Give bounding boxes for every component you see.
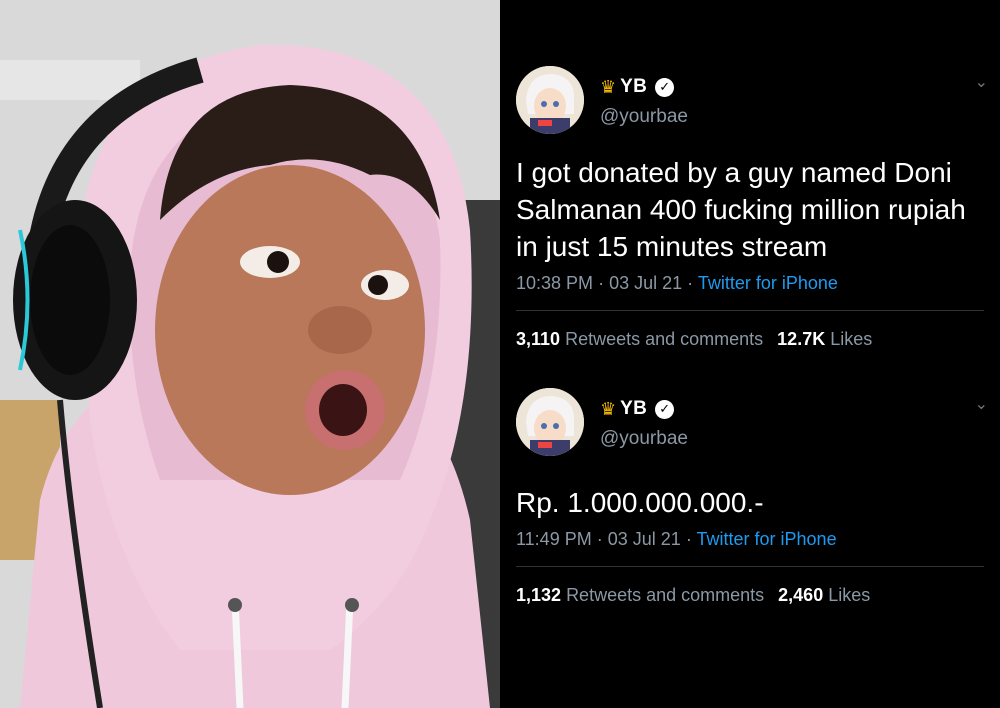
retweets-stat[interactable]: 1,132 Retweets and comments: [516, 585, 764, 606]
avatar-illustration: [516, 388, 584, 456]
retweets-label: Retweets and comments: [566, 585, 765, 605]
meta-separator: ·: [685, 529, 692, 549]
display-name[interactable]: YB: [620, 398, 647, 420]
likes-stat[interactable]: 12.7K Likes: [777, 329, 872, 350]
chevron-down-icon[interactable]: ⌄: [975, 394, 988, 414]
retweets-label: Retweets and comments: [565, 329, 764, 349]
tweet: ♛ YB ✓ @yourbae ⌄ I got donated by a guy…: [516, 66, 988, 350]
likes-label: Likes: [830, 329, 873, 349]
tweet-stats: 3,110 Retweets and comments 12.7K Likes: [516, 329, 986, 350]
tweet-text: Rp. 1.000.000.000.-: [516, 487, 764, 518]
crown-icon: ♛: [600, 399, 617, 419]
tweet-meta: 11:49 PM · 03 Jul 21 · Twitter for iPhon…: [516, 529, 986, 550]
divider: [516, 566, 984, 567]
likes-stat[interactable]: 2,460 Likes: [778, 585, 870, 606]
tweet-source-link[interactable]: Twitter for iPhone: [697, 529, 837, 549]
meta-separator: ·: [596, 529, 603, 549]
name-row: ♛ YB ✓: [600, 398, 675, 420]
streamer-illustration: [0, 0, 500, 708]
name-row: ♛ YB ✓: [600, 76, 675, 98]
likes-label: Likes: [828, 585, 871, 605]
avatar[interactable]: [516, 66, 584, 134]
tweet-header: ♛ YB ✓ @yourbae ⌄: [516, 66, 988, 136]
tweet-header: ♛ YB ✓ @yourbae ⌄: [516, 388, 988, 458]
tweet-source-link[interactable]: Twitter for iPhone: [698, 273, 838, 293]
tweet: ♛ YB ✓ @yourbae ⌄ Rp. 1.000.000.000.- 11…: [516, 388, 988, 606]
meta-separator: ·: [687, 273, 694, 293]
tweet-meta: 10:38 PM · 03 Jul 21 · Twitter for iPhon…: [516, 273, 986, 294]
tweet-text: I got donated by a guy named Doni Salman…: [516, 157, 966, 262]
verified-badge-icon: ✓: [655, 399, 675, 419]
tweet-date: 03 Jul 21: [607, 529, 681, 549]
retweets-count: 3,110: [516, 329, 561, 349]
tweet-panel: ♛ YB ✓ @yourbae ⌄ I got donated by a guy…: [500, 0, 1000, 708]
streamer-photo: [0, 0, 500, 708]
tweet-time: 11:49 PM: [516, 529, 592, 549]
verified-badge-icon: ✓: [655, 77, 675, 97]
avatar[interactable]: [516, 388, 584, 456]
likes-count: 2,460: [778, 585, 824, 605]
crown-icon: ♛: [600, 77, 617, 97]
avatar-illustration: [516, 66, 584, 134]
chevron-down-icon[interactable]: ⌄: [975, 72, 988, 92]
display-name[interactable]: YB: [620, 76, 647, 98]
tweet-date: 03 Jul 21: [609, 273, 683, 293]
retweets-count: 1,132: [516, 585, 562, 605]
user-handle[interactable]: @yourbae: [600, 428, 688, 450]
tweet-time: 10:38 PM: [516, 273, 594, 293]
divider: [516, 310, 984, 311]
user-handle[interactable]: @yourbae: [600, 106, 688, 128]
retweets-stat[interactable]: 3,110 Retweets and comments: [516, 329, 763, 350]
tweet-stats: 1,132 Retweets and comments 2,460 Likes: [516, 585, 986, 606]
meta-separator: ·: [598, 273, 605, 293]
likes-count: 12.7K: [777, 329, 826, 349]
